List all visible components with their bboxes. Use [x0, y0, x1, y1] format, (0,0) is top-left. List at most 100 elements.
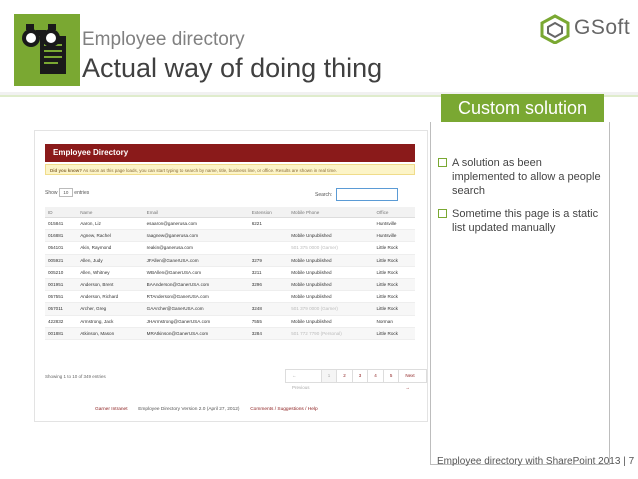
table-cell: RTAnderson@GanerUSA.com: [143, 290, 249, 304]
table-cell: [248, 241, 289, 255]
table-cell: 501 379 0000 (Garner): [288, 302, 374, 316]
checkbox-bullet-icon: [438, 209, 447, 218]
table-cell: Akin, Raymond: [77, 241, 144, 255]
table-cell: Anderson, Brent: [77, 278, 144, 292]
tip-label: Did you know?: [50, 168, 82, 173]
table-row[interactable]: 057551 Anderson, Richard RTAnderson@GanerU…: [45, 290, 415, 304]
table-cell: Little Rock: [373, 241, 415, 255]
table-cell: 3284: [248, 327, 289, 340]
table-row[interactable]: 016881 Agnew, Rachel raagnew@ganerusa.com M…: [45, 229, 415, 243]
brand-logo: GSoft: [538, 14, 631, 44]
table-cell: 422832: [45, 315, 78, 328]
column-header[interactable]: ID: [45, 207, 78, 218]
custom-solution-label: Custom solution: [441, 94, 604, 122]
slide-title: Actual way of doing thing: [82, 53, 383, 83]
pagination: ← Previous 1 2 3 4 5 Next →: [285, 369, 427, 390]
entries-count: Showing 1 to 10 of 349 entries: [45, 374, 106, 379]
table-cell: esaaron@ganerusa.com: [143, 217, 249, 231]
page-button-3[interactable]: 3: [353, 370, 369, 382]
table-cell: 3279: [248, 254, 289, 267]
table-cell: Little Rock: [373, 266, 415, 279]
table-cell: [248, 290, 289, 304]
page-button-5[interactable]: 5: [384, 370, 400, 382]
table-cell: 054101: [45, 241, 78, 255]
table-cell: GAArcher@GanerUSA.com: [143, 302, 249, 316]
table-cell: Mobile Unpublished: [288, 290, 374, 304]
table-cell: Little Rock: [373, 278, 415, 292]
page-button-2[interactable]: 2: [337, 370, 353, 382]
table-cell: Little Rock: [373, 327, 415, 340]
table-row[interactable]: 015841 Aaron, Liz esaaron@ganerusa.com 6221…: [45, 217, 415, 231]
table-cell: Archer, Greg: [77, 302, 144, 316]
version-text: Employee Directory Version 2.0 (April 27…: [138, 407, 240, 412]
table-row[interactable]: 057011 Archer, Greg GAArcher@GanerUSA.com 3…: [45, 302, 415, 316]
next-page-button[interactable]: Next →: [399, 370, 426, 390]
previous-page-button[interactable]: ← Previous: [286, 370, 322, 390]
search-input[interactable]: [336, 188, 399, 201]
table-cell: Allen, Whitney: [77, 266, 144, 279]
employee-table: ID Name Email Extension Mobile Phone Off…: [45, 207, 415, 340]
page-button-4[interactable]: 4: [368, 370, 384, 382]
checkbox-bullet-icon: [438, 158, 447, 167]
table-cell: 3211: [248, 266, 289, 279]
bullet-text: A solution as been implemented to allow …: [452, 157, 601, 197]
show-label: Show: [45, 189, 58, 196]
table-cell: Norman: [373, 315, 415, 328]
table-cell: 005921: [45, 254, 78, 267]
tip-text: As soon as this page loads, you can star…: [83, 168, 338, 173]
column-header[interactable]: Mobile Phone: [288, 207, 374, 218]
table-cell: Allen, Judy: [77, 254, 144, 267]
table-cell: Little Rock: [373, 254, 415, 267]
table-cell: [248, 229, 289, 243]
table-cell: 3296: [248, 278, 289, 292]
table-cell: JFAllen@GanerUSA.com: [143, 254, 249, 267]
page-button-1[interactable]: 1: [321, 370, 338, 382]
table-cell: 501 772 7790 (Personal): [288, 327, 374, 340]
table-cell: 6221: [248, 217, 289, 231]
table-cell: BAAnderson@GanerUSA.com: [143, 278, 249, 292]
show-entries: Show 10 entries: [45, 188, 89, 197]
table-row[interactable]: 005210 Allen, Whitney WBAllen@GanerUSA.com…: [45, 266, 415, 279]
entries-select[interactable]: 10: [58, 188, 73, 197]
table-cell: Huntsville: [373, 229, 415, 243]
entries-label: entries: [74, 189, 90, 196]
table-cell: Mobile Unpublished: [288, 315, 374, 328]
binoculars-document-icon: [14, 14, 80, 86]
directory-footer: Garner Intranet Employee Directory Versi…: [95, 407, 318, 412]
slide-footer: Employee directory with SharePoint 2013 …: [437, 456, 635, 467]
table-cell: Mobile Unpublished: [288, 254, 374, 267]
bullet-item: Sometime this page is a static list upda…: [438, 207, 606, 235]
table-cell: Mobile Unpublished: [288, 229, 374, 243]
table-cell: 501 375 0000 (Garner): [288, 241, 374, 255]
search-label: Search:: [315, 191, 333, 198]
table-cell: JHArmstrong@GanerUSA.com: [143, 315, 249, 328]
column-header[interactable]: Email: [143, 207, 249, 218]
brand-name: GSoft: [574, 16, 631, 39]
intranet-link[interactable]: Garner Intranet: [95, 407, 128, 412]
hexagon-icon: [540, 14, 570, 44]
table-header-row: ID Name Email Extension Mobile Phone Off…: [45, 207, 415, 218]
slide-subtitle: Employee directory: [82, 29, 245, 50]
table-cell: 005210: [45, 266, 78, 279]
help-link[interactable]: Comments / Suggestions / Help: [250, 407, 317, 412]
bullet-item: A solution as been implemented to allow …: [438, 156, 606, 198]
table-row[interactable]: 422832 Armstrong, Jack JHArmstrong@GanerUS…: [45, 315, 415, 328]
table-cell: 057551: [45, 290, 78, 304]
table-cell: Atkinson, Mason: [77, 327, 144, 340]
table-cell: 001881: [45, 327, 78, 340]
table-row[interactable]: 001881 Atkinson, Mason MRAtkinson@GanerUSA…: [45, 327, 415, 340]
table-cell: raagnew@ganerusa.com: [143, 229, 249, 243]
column-header[interactable]: Name: [77, 207, 144, 218]
table-cell: reakin@ganerusa.com: [143, 241, 249, 255]
table-cell: [288, 217, 374, 231]
table-cell: 016881: [45, 229, 78, 243]
column-header[interactable]: Extension: [248, 207, 289, 218]
table-cell: MRAtkinson@GanerUSA.com: [143, 327, 249, 340]
column-header[interactable]: Office: [373, 207, 415, 218]
table-cell: Anderson, Richard: [77, 290, 144, 304]
table-cell: 057011: [45, 302, 78, 316]
table-row[interactable]: 001951 Anderson, Brent BAAnderson@GanerUSA…: [45, 278, 415, 292]
table-cell: 001951: [45, 278, 78, 292]
table-row[interactable]: 054101 Akin, Raymond reakin@ganerusa.com 50…: [45, 241, 415, 255]
table-row[interactable]: 005921 Allen, Judy JFAllen@GanerUSA.com 327…: [45, 254, 415, 267]
